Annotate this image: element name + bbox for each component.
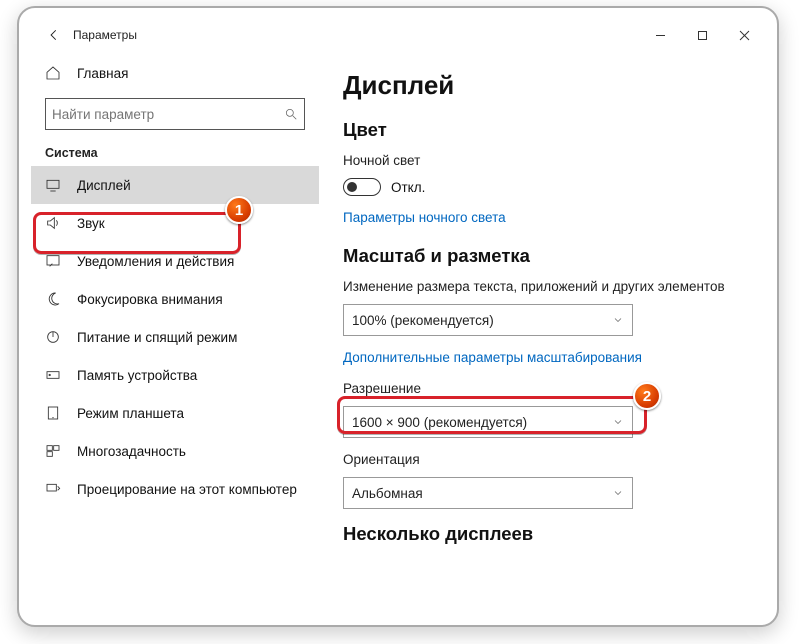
orientation-label: Ориентация bbox=[343, 452, 761, 467]
section-heading-color: Цвет bbox=[343, 119, 761, 141]
sidebar-section-heading: Система bbox=[31, 140, 319, 166]
sidebar-item-notifications[interactable]: Уведомления и действия bbox=[31, 242, 319, 280]
sidebar-item-projecting[interactable]: Проецирование на этот компьютер bbox=[31, 470, 319, 508]
sidebar-item-label: Режим планшета bbox=[77, 406, 184, 421]
night-light-settings-link[interactable]: Параметры ночного света bbox=[343, 210, 761, 225]
maximize-button[interactable] bbox=[681, 20, 723, 50]
sidebar-item-sound[interactable]: Звук bbox=[31, 204, 319, 242]
sidebar-item-home[interactable]: Главная bbox=[31, 54, 319, 92]
home-icon bbox=[45, 65, 61, 81]
close-button[interactable] bbox=[723, 20, 765, 50]
tablet-icon bbox=[45, 405, 61, 421]
chevron-down-icon bbox=[612, 487, 624, 499]
sidebar-item-label: Уведомления и действия bbox=[77, 254, 234, 269]
window-title: Параметры bbox=[71, 28, 137, 42]
sidebar-item-label: Проецирование на этот компьютер bbox=[77, 482, 297, 497]
toggle-state-label: Откл. bbox=[391, 180, 425, 195]
sidebar-item-storage[interactable]: Память устройства bbox=[31, 356, 319, 394]
resolution-label: Разрешение bbox=[343, 381, 761, 396]
section-heading-multiple-displays: Несколько дисплеев bbox=[343, 523, 761, 545]
sidebar-item-label: Фокусировка внимания bbox=[77, 292, 223, 307]
sidebar: Главная Система Дисплей Звук bbox=[31, 50, 319, 617]
moon-icon bbox=[45, 291, 61, 307]
sound-icon bbox=[45, 215, 61, 231]
search-icon bbox=[284, 107, 298, 121]
minimize-button[interactable] bbox=[639, 20, 681, 50]
sidebar-item-label: Звук bbox=[77, 216, 105, 231]
projecting-icon bbox=[45, 481, 61, 497]
sidebar-item-label: Многозадачность bbox=[77, 444, 186, 459]
resolution-dropdown[interactable]: 1600 × 900 (рекомендуется) bbox=[343, 406, 633, 438]
scale-size-label: Изменение размера текста, приложений и д… bbox=[343, 279, 761, 294]
page-title: Дисплей bbox=[343, 70, 761, 101]
scale-dropdown[interactable]: 100% (рекомендуется) bbox=[343, 304, 633, 336]
sidebar-item-label: Питание и спящий режим bbox=[77, 330, 237, 345]
sidebar-item-multitasking[interactable]: Многозадачность bbox=[31, 432, 319, 470]
multitasking-icon bbox=[45, 443, 61, 459]
sidebar-item-tablet-mode[interactable]: Режим планшета bbox=[31, 394, 319, 432]
dropdown-value: Альбомная bbox=[352, 486, 423, 501]
night-light-toggle[interactable] bbox=[343, 178, 381, 196]
titlebar: Параметры bbox=[31, 20, 769, 50]
chevron-down-icon bbox=[612, 314, 624, 326]
back-button[interactable] bbox=[37, 20, 71, 50]
sidebar-item-focus-assist[interactable]: Фокусировка внимания bbox=[31, 280, 319, 318]
display-icon bbox=[45, 177, 61, 193]
advanced-scaling-link[interactable]: Дополнительные параметры масштабирования bbox=[343, 350, 761, 365]
search-field[interactable] bbox=[52, 107, 284, 122]
sidebar-item-display[interactable]: Дисплей bbox=[31, 166, 319, 204]
night-light-label: Ночной свет bbox=[343, 153, 761, 168]
storage-icon bbox=[45, 367, 61, 383]
main-panel: Дисплей Цвет Ночной свет Откл. Параметры… bbox=[319, 50, 769, 617]
notifications-icon bbox=[45, 253, 61, 269]
sidebar-item-label: Память устройства bbox=[77, 368, 197, 383]
power-icon bbox=[45, 329, 61, 345]
sidebar-item-label: Главная bbox=[77, 66, 128, 81]
orientation-dropdown[interactable]: Альбомная bbox=[343, 477, 633, 509]
search-input[interactable] bbox=[45, 98, 305, 130]
sidebar-item-label: Дисплей bbox=[77, 178, 131, 193]
section-heading-scale: Масштаб и разметка bbox=[343, 245, 761, 267]
chevron-down-icon bbox=[612, 416, 624, 428]
sidebar-item-power[interactable]: Питание и спящий режим bbox=[31, 318, 319, 356]
dropdown-value: 1600 × 900 (рекомендуется) bbox=[352, 415, 527, 430]
dropdown-value: 100% (рекомендуется) bbox=[352, 313, 494, 328]
